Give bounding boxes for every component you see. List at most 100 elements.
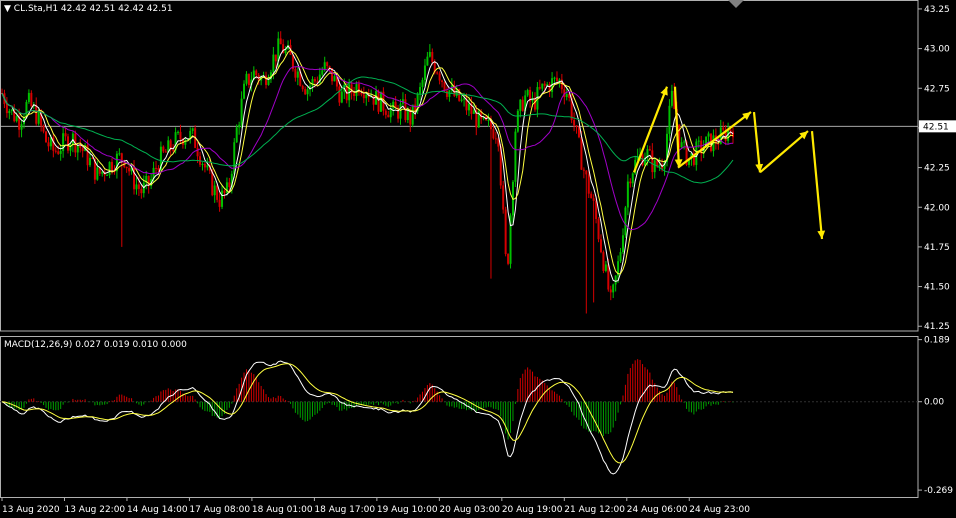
candle-body bbox=[683, 141, 686, 143]
time-axis-label: 19 Aug 10:00 bbox=[377, 505, 438, 515]
candle-body bbox=[387, 114, 390, 118]
candle-body bbox=[265, 75, 268, 85]
price-axis-label: 42.00 bbox=[924, 203, 950, 213]
candle-body bbox=[37, 112, 40, 124]
candle-body bbox=[573, 119, 576, 126]
candle-body bbox=[67, 136, 70, 151]
candle-body bbox=[274, 54, 277, 62]
candle-body bbox=[233, 142, 236, 174]
candle-body bbox=[157, 168, 160, 171]
candle-body bbox=[516, 110, 519, 132]
candle-body bbox=[521, 99, 524, 111]
candle-body bbox=[362, 94, 365, 99]
candle-body bbox=[135, 184, 138, 190]
candle-body bbox=[502, 185, 505, 210]
candle-body bbox=[47, 142, 50, 147]
macd-pane-frame bbox=[0, 336, 919, 498]
candle-body bbox=[326, 62, 329, 67]
candle-body bbox=[717, 143, 720, 145]
candle-body bbox=[35, 104, 38, 124]
candle-body bbox=[472, 110, 475, 114]
candle-body bbox=[443, 82, 446, 91]
candle-body bbox=[155, 167, 158, 169]
macd-axis-label: 0.189 bbox=[924, 336, 950, 346]
candle-body bbox=[379, 91, 382, 112]
candle-body bbox=[384, 110, 387, 115]
candle-body bbox=[64, 133, 67, 137]
price-axis-label: 42.75 bbox=[924, 84, 950, 94]
candle-body bbox=[216, 185, 219, 200]
candle-body bbox=[697, 140, 700, 142]
candle-body bbox=[621, 235, 624, 253]
candle-body bbox=[624, 207, 627, 236]
candle-body bbox=[321, 70, 324, 75]
candle-body bbox=[428, 51, 431, 57]
candle-body bbox=[423, 65, 426, 80]
candle-body bbox=[619, 252, 622, 262]
candle-body bbox=[575, 125, 578, 128]
candle-body bbox=[411, 104, 414, 125]
candle-body bbox=[602, 252, 605, 271]
candle-body bbox=[431, 51, 434, 63]
time-axis-label: 20 Aug 19:00 bbox=[502, 505, 563, 515]
candle-body bbox=[76, 145, 79, 153]
chart-canvas[interactable]: 43.2543.0042.7542.5042.2542.0041.7541.50… bbox=[0, 0, 956, 518]
forecast-arrow-line bbox=[810, 130, 824, 240]
candle-body bbox=[118, 153, 121, 155]
candle-body bbox=[514, 131, 517, 182]
candle-body bbox=[438, 73, 441, 81]
candle-body bbox=[538, 87, 541, 89]
candle-body bbox=[609, 289, 612, 293]
price-axis-label: 41.50 bbox=[924, 283, 950, 293]
candle-body bbox=[20, 124, 23, 130]
candle-body bbox=[57, 151, 60, 154]
candle-body bbox=[8, 111, 11, 114]
time-axis-label: 13 Aug 22:00 bbox=[64, 505, 125, 515]
time-axis-label: 24 Aug 06:00 bbox=[627, 505, 688, 515]
candle-body bbox=[631, 173, 634, 184]
candle-body bbox=[333, 76, 336, 82]
candle-body bbox=[629, 181, 632, 184]
candle-body bbox=[421, 79, 424, 88]
candle-body bbox=[238, 124, 241, 128]
candle-body bbox=[582, 169, 585, 171]
time-axis-label: 17 Aug 08:00 bbox=[189, 505, 250, 515]
macd-axis-label: 0.00 bbox=[924, 398, 944, 408]
candle-body bbox=[590, 193, 593, 199]
price-axis-label: 43.25 bbox=[924, 5, 950, 15]
candle-body bbox=[108, 161, 111, 176]
candle-body bbox=[340, 91, 343, 103]
candle-body bbox=[267, 79, 270, 85]
candle-body bbox=[301, 85, 304, 90]
candle-body bbox=[128, 168, 131, 172]
candle-body bbox=[213, 185, 216, 196]
candle-body bbox=[355, 84, 358, 97]
macd-line bbox=[1, 360, 734, 475]
candle-body bbox=[79, 145, 82, 148]
price-pane-frame bbox=[0, 0, 919, 332]
candle-body bbox=[247, 73, 250, 86]
candle-body bbox=[162, 146, 165, 152]
candle-body bbox=[419, 87, 422, 94]
candle-body bbox=[592, 198, 595, 201]
forecast-arrow-line bbox=[752, 111, 762, 173]
candle-body bbox=[140, 188, 143, 194]
macd-signal-line bbox=[1, 363, 734, 464]
candle-body bbox=[338, 86, 341, 103]
candle-body bbox=[614, 275, 617, 285]
candle-body bbox=[228, 182, 231, 187]
time-axis-label: 20 Aug 03:00 bbox=[439, 505, 500, 515]
candle-body bbox=[587, 174, 590, 194]
candle-body bbox=[353, 93, 356, 97]
candle-body bbox=[436, 72, 439, 74]
candle-body bbox=[45, 131, 48, 143]
candle-body bbox=[526, 90, 529, 96]
current-price-label: 42.51 bbox=[923, 122, 949, 132]
candle-body bbox=[294, 69, 297, 78]
forecast-arrow-line bbox=[677, 111, 752, 169]
forecast-arrow-line bbox=[759, 130, 809, 174]
price-axis-label: 42.25 bbox=[924, 164, 950, 174]
time-axis-label: 18 Aug 17:00 bbox=[314, 505, 375, 515]
candle-body bbox=[89, 157, 92, 166]
candle-body bbox=[196, 147, 199, 157]
